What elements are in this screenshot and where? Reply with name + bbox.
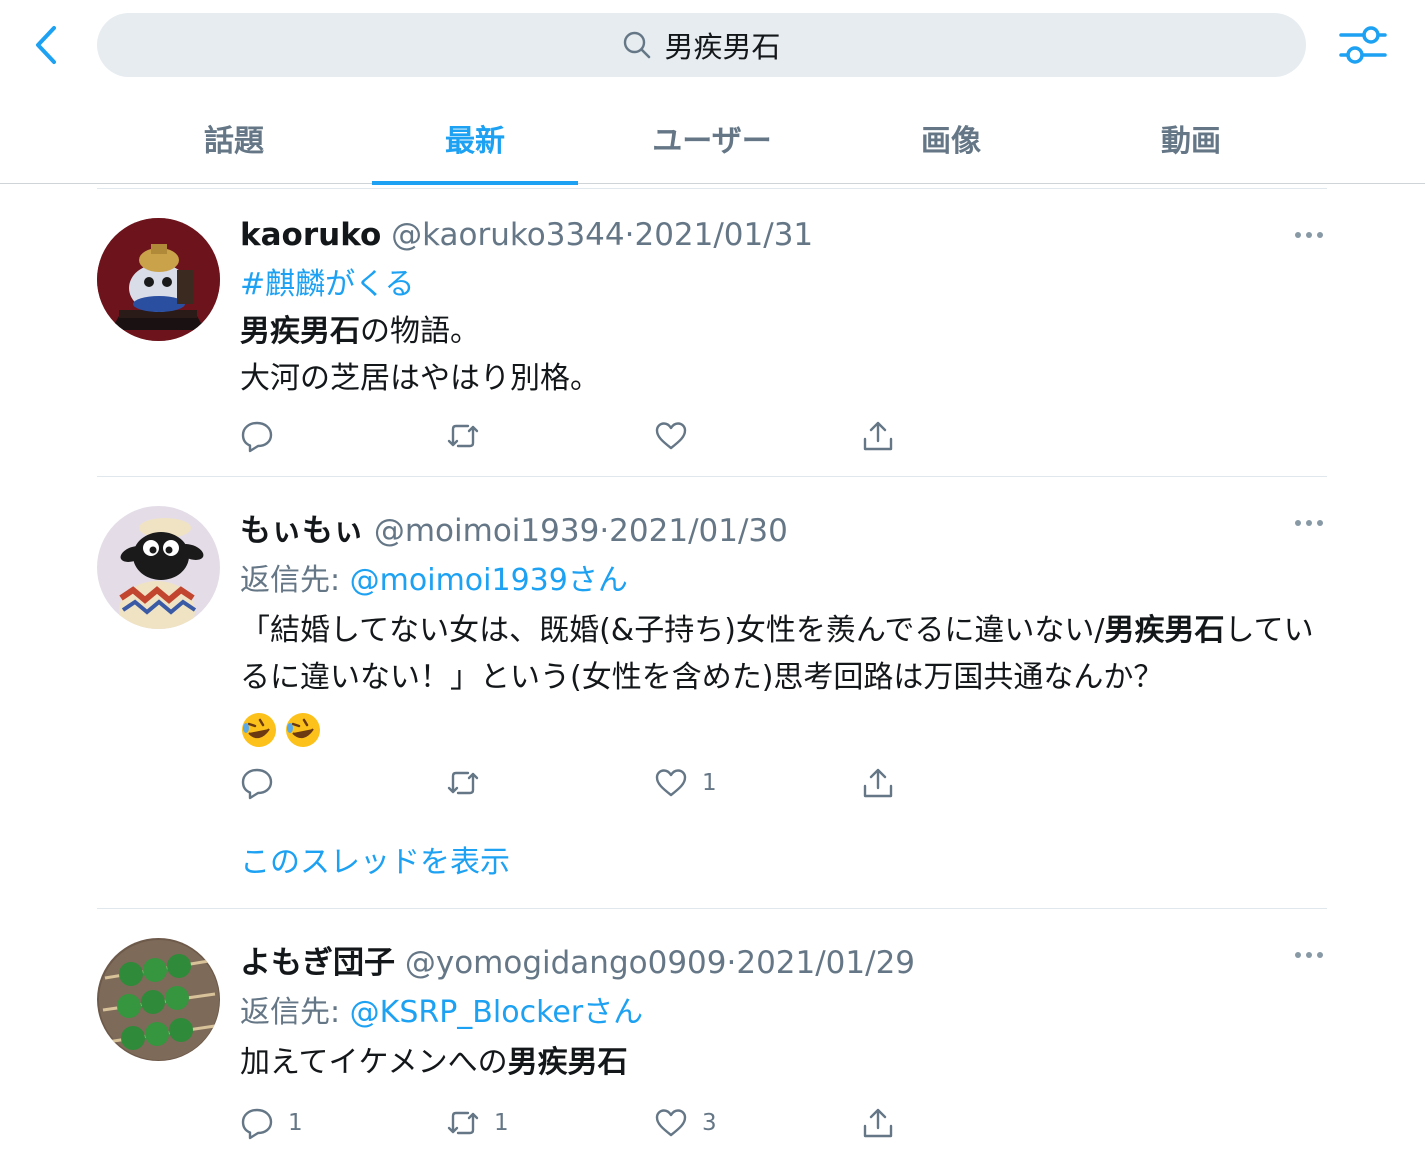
tab-videos[interactable]: 動画 bbox=[1088, 92, 1294, 184]
retweet-icon bbox=[447, 771, 479, 795]
top-bar: 男疾男石 bbox=[0, 0, 1425, 92]
like-icon bbox=[655, 422, 687, 450]
search-icon bbox=[624, 31, 651, 59]
user-handle[interactable]: @kaoruko3344 bbox=[391, 217, 624, 253]
tweet[interactable]: もぃもぃ @moimoi1939·2021/01/30 返信先: @moimoi… bbox=[97, 477, 1327, 909]
reply-button[interactable]: 1 bbox=[240, 1103, 303, 1143]
search-query: 男疾男石 bbox=[664, 30, 781, 64]
reply-button[interactable] bbox=[240, 763, 288, 803]
tweet-header: もぃもぃ @moimoi1939·2021/01/30 bbox=[240, 505, 788, 550]
more-icon[interactable] bbox=[1293, 225, 1325, 245]
tab-images[interactable]: 画像 bbox=[848, 92, 1054, 184]
tab-users[interactable]: ユーザー bbox=[609, 92, 815, 184]
text-segment: 「結婚してない女は、既婚(&子持ち)女性を羨んでるに違いない/ bbox=[240, 613, 1105, 648]
tab-latest[interactable]: 最新 bbox=[372, 92, 578, 185]
highlight-term: 男疾男石 bbox=[240, 314, 360, 349]
tweet-text: 「結婚してない女は、既婚(&子持ち)女性を羨んでるに違いない/男疾男石しているに… bbox=[240, 607, 1325, 752]
back-button[interactable] bbox=[26, 22, 66, 68]
reply-icon bbox=[241, 1108, 273, 1140]
reply-prefix: 返信先: bbox=[240, 995, 350, 1030]
avatar[interactable] bbox=[97, 938, 220, 1061]
reply-button[interactable] bbox=[240, 416, 288, 456]
reply-prefix: 返信先: bbox=[240, 563, 350, 598]
like-button[interactable]: 3 bbox=[654, 1103, 717, 1143]
tweet[interactable]: kaoruko @kaoruko3344·2021/01/31 #麒麟がくる 男… bbox=[97, 189, 1327, 477]
retweet-button[interactable]: 1 bbox=[446, 1103, 509, 1143]
search-tabs: 話題 最新 ユーザー 画像 動画 bbox=[0, 92, 1425, 185]
text-segment: 加えてイケメンへの bbox=[240, 1045, 508, 1080]
tweet-date[interactable]: 2021/01/29 bbox=[736, 945, 915, 981]
tweet-date[interactable]: 2021/01/31 bbox=[634, 217, 813, 253]
avatar[interactable] bbox=[97, 218, 220, 341]
hashtag-link[interactable]: #麒麟がくる bbox=[240, 267, 415, 302]
more-icon[interactable] bbox=[1293, 513, 1325, 533]
tweet-actions bbox=[240, 416, 1140, 456]
filter-sliders-icon bbox=[1339, 26, 1387, 64]
tab-top[interactable]: 話題 bbox=[131, 92, 337, 184]
share-icon bbox=[863, 768, 893, 798]
like-icon bbox=[655, 1109, 687, 1137]
tweet-actions: 1 1 3 bbox=[240, 1103, 1140, 1143]
highlight-term: 男疾男石 bbox=[507, 1045, 628, 1080]
tweet-date[interactable]: 2021/01/30 bbox=[609, 513, 788, 549]
retweet-icon bbox=[447, 1111, 479, 1135]
reply-icon bbox=[241, 421, 273, 453]
reply-icon bbox=[241, 768, 273, 800]
share-button[interactable] bbox=[861, 763, 895, 803]
separator-dot: · bbox=[624, 217, 635, 253]
text-segment: の物語。 bbox=[360, 314, 480, 349]
rofl-emoji-icon bbox=[242, 712, 276, 747]
user-handle[interactable]: @moimoi1939 bbox=[374, 513, 599, 549]
retweet-icon bbox=[447, 424, 479, 448]
like-count: 3 bbox=[702, 1110, 717, 1136]
avatar[interactable] bbox=[97, 506, 220, 629]
reply-context: 返信先: @moimoi1939さん bbox=[240, 555, 628, 599]
rofl-emoji-icon bbox=[286, 712, 320, 747]
display-name[interactable]: もぃもぃ bbox=[240, 513, 364, 549]
search-input[interactable]: 男疾男石 bbox=[97, 13, 1306, 77]
share-button[interactable] bbox=[861, 1103, 895, 1143]
separator-dot: · bbox=[726, 945, 737, 981]
retweet-button[interactable] bbox=[446, 416, 494, 456]
like-button[interactable]: 1 bbox=[654, 763, 717, 803]
highlight-term: 男疾男石 bbox=[1104, 613, 1225, 648]
share-icon bbox=[863, 421, 893, 451]
tweet-text: #麒麟がくる 男疾男石の物語。 大河の芝居はやはり別格。 bbox=[240, 261, 1320, 402]
like-button[interactable] bbox=[654, 416, 702, 456]
reply-mention-link[interactable]: @moimoi1939さん bbox=[350, 563, 628, 598]
show-thread-link[interactable]: このスレッドを表示 bbox=[240, 837, 510, 881]
tweet-header: よもぎ団子 @yomogidango0909·2021/01/29 bbox=[240, 937, 915, 982]
tweet-actions: 1 bbox=[240, 763, 1140, 803]
reply-count: 1 bbox=[288, 1110, 303, 1136]
like-icon bbox=[655, 769, 687, 797]
user-handle[interactable]: @yomogidango0909 bbox=[405, 945, 727, 981]
tweet-text: 加えてイケメンへの男疾男石 bbox=[240, 1039, 1320, 1086]
retweet-button[interactable] bbox=[446, 763, 494, 803]
share-button[interactable] bbox=[861, 416, 895, 456]
text-segment: 大河の芝居はやはり別格。 bbox=[240, 361, 600, 396]
share-icon bbox=[863, 1108, 893, 1138]
separator-dot: · bbox=[599, 513, 610, 549]
search-filter-button[interactable] bbox=[1338, 23, 1388, 67]
like-count: 1 bbox=[702, 770, 717, 796]
more-icon[interactable] bbox=[1293, 945, 1325, 965]
tweet[interactable]: よもぎ団子 @yomogidango0909·2021/01/29 返信先: @… bbox=[97, 909, 1327, 1157]
display-name[interactable]: よもぎ団子 bbox=[240, 945, 395, 981]
back-chevron-icon bbox=[36, 26, 56, 64]
retweet-count: 1 bbox=[494, 1110, 509, 1136]
display-name[interactable]: kaoruko bbox=[240, 217, 381, 253]
tweet-header: kaoruko @kaoruko3344·2021/01/31 bbox=[240, 217, 813, 253]
reply-context: 返信先: @KSRP_Blockerさん bbox=[240, 987, 643, 1031]
reply-mention-link[interactable]: @KSRP_Blockerさん bbox=[350, 995, 644, 1030]
